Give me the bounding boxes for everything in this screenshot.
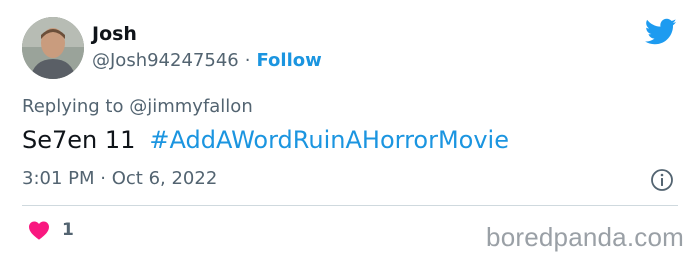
like-count: 1 xyxy=(62,220,74,240)
watermark: boredpanda.com xyxy=(486,222,684,252)
reply-mention-link[interactable]: @jimmyfallon xyxy=(129,96,253,117)
avatar[interactable] xyxy=(22,17,84,79)
author-handle-row: @Josh94247546 · Follow xyxy=(92,50,322,72)
tweet-time: 3:01 PM xyxy=(22,168,95,189)
author-handle[interactable]: @Josh94247546 xyxy=(92,50,239,71)
timestamp-separator: · xyxy=(100,168,106,189)
divider xyxy=(22,205,678,206)
heart-icon[interactable] xyxy=(28,220,50,240)
twitter-bird-icon[interactable] xyxy=(645,18,677,46)
tweet-date: Oct 6, 2022 xyxy=(111,168,218,189)
tweet-card: Josh @Josh94247546 · Follow Replying to @j… xyxy=(0,0,700,257)
handle-separator: · xyxy=(244,50,251,71)
replying-to: Replying to @jimmyfallon xyxy=(22,96,253,118)
hashtag-link[interactable]: #AddAWordRuinAHorrorMovie xyxy=(149,126,509,154)
author-name[interactable]: Josh xyxy=(92,22,137,46)
tweet-timestamp[interactable]: 3:01 PM · Oct 6, 2022 xyxy=(22,168,217,190)
replying-prefix: Replying to xyxy=(22,96,124,117)
info-icon[interactable] xyxy=(650,168,674,192)
tweet-text: Se7en 11 #AddAWordRuinAHorrorMovie xyxy=(22,124,509,156)
follow-button[interactable]: Follow xyxy=(256,50,321,71)
tweet-body: Se7en 11 xyxy=(22,126,136,154)
